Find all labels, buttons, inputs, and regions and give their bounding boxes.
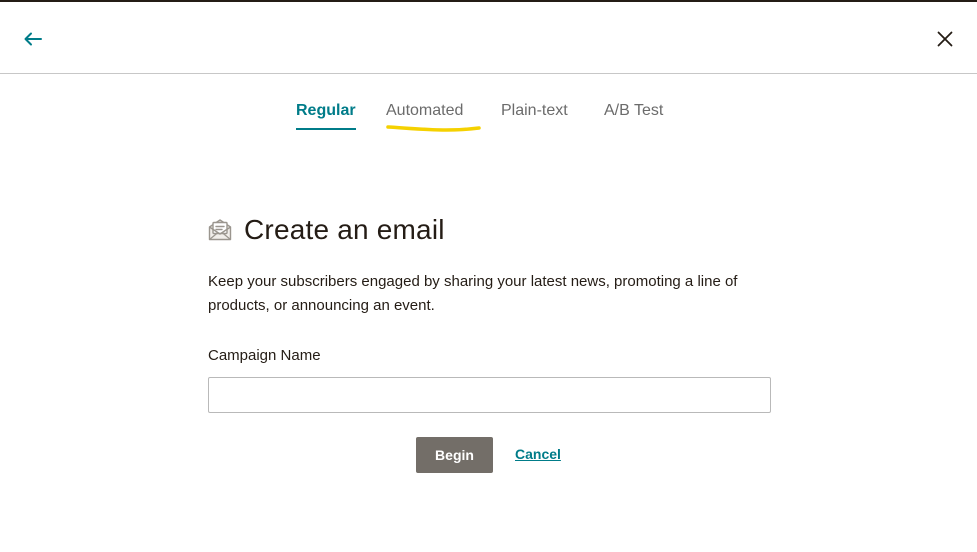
cancel-link[interactable]: Cancel [515,446,561,462]
arrow-left-icon [24,32,42,46]
email-envelope-icon [207,217,233,243]
close-icon [937,31,953,47]
campaign-name-label: Campaign Name [208,347,321,364]
back-button[interactable] [18,24,48,54]
campaign-type-tabs: Regular Automated Plain-text A/B Test [0,100,977,140]
page-description: Keep your subscribers engaged by sharing… [208,273,738,314]
modal-header [0,2,977,74]
tab-regular[interactable]: Regular [296,100,356,130]
heading: Create an email [207,210,445,250]
highlight-annotation [386,125,481,132]
close-button[interactable] [930,24,960,54]
campaign-name-input[interactable] [208,377,771,413]
begin-button[interactable]: Begin [416,437,493,473]
tab-ab-test[interactable]: A/B Test [604,100,663,130]
tab-plain-text[interactable]: Plain-text [501,100,568,130]
page-title: Create an email [244,214,445,245]
